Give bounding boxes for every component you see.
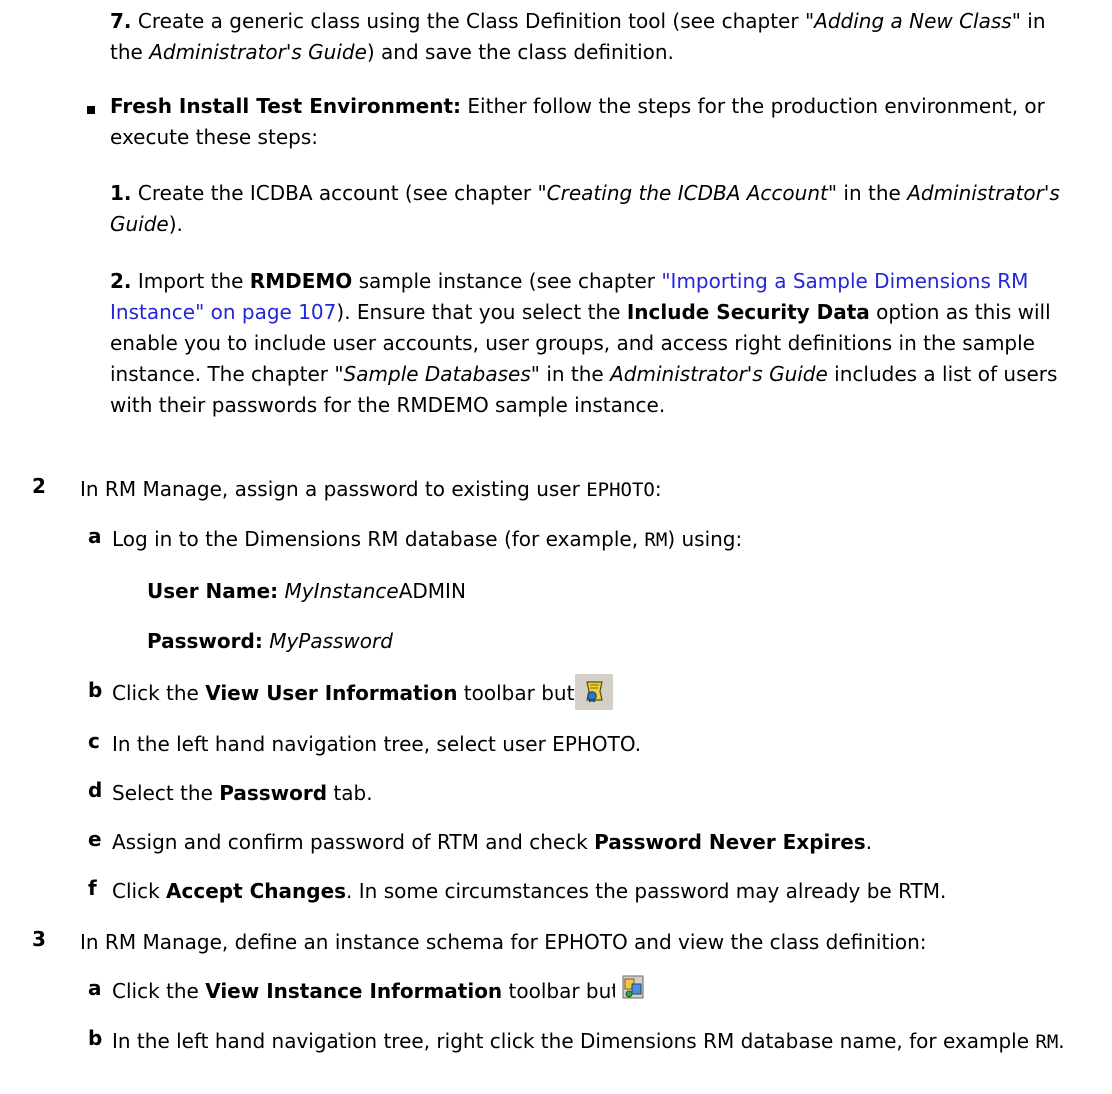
password-line: Password: MyPassword	[147, 629, 393, 653]
step-3a-text: Click the View Instance Information tool…	[112, 979, 652, 1003]
step-2c-text: In the left hand navigation tree, select…	[112, 732, 642, 756]
step-number: 7.	[110, 9, 132, 33]
step-number: 3	[32, 927, 46, 951]
fresh-install-item: Fresh Install Test Environment: Either f…	[110, 94, 1045, 149]
fresh-install-step-1: 1. Create the ICDBA account (see chapter…	[110, 181, 1060, 236]
substep-label: b	[88, 678, 103, 702]
substep-label: e	[88, 827, 102, 851]
substep-label: a	[88, 524, 102, 548]
bullet-marker	[87, 106, 95, 114]
view-user-information-icon[interactable]	[575, 674, 613, 710]
step-2d-text: Select the Password tab.	[112, 781, 373, 805]
step-2b-text: Click the View User Information toolbar …	[112, 681, 608, 705]
substep-label: d	[88, 778, 103, 802]
step-number: 2	[32, 474, 46, 498]
step-2a-text: Log in to the Dimensions RM database (fo…	[112, 527, 743, 551]
username-line: User Name: MyInstanceADMIN	[147, 579, 466, 603]
step-3b-text: In the left hand navigation tree, right …	[112, 1029, 1065, 1053]
code-text: EPHOTO	[586, 479, 655, 501]
view-instance-information-icon[interactable]	[615, 970, 653, 1006]
step-3-text: In RM Manage, define an instance schema …	[80, 930, 927, 954]
step-2f-text: Click Accept Changes. In some circumstan…	[112, 879, 947, 903]
code-text: RM	[1035, 1031, 1059, 1053]
substep-label: a	[88, 976, 102, 1000]
step-2-text: In RM Manage, assign a password to exist…	[80, 477, 662, 501]
substep-label: c	[88, 729, 100, 753]
intro-step-7: 7. Create a generic class using the Clas…	[110, 9, 1046, 64]
substep-label: b	[88, 1026, 103, 1050]
substep-label: f	[88, 876, 97, 900]
code-text: RM	[644, 529, 668, 551]
fresh-install-step-2: 2. Import the RMDEMO sample instance (se…	[110, 269, 1058, 417]
step-2e-text: Assign and confirm password of RTM and c…	[112, 830, 873, 854]
